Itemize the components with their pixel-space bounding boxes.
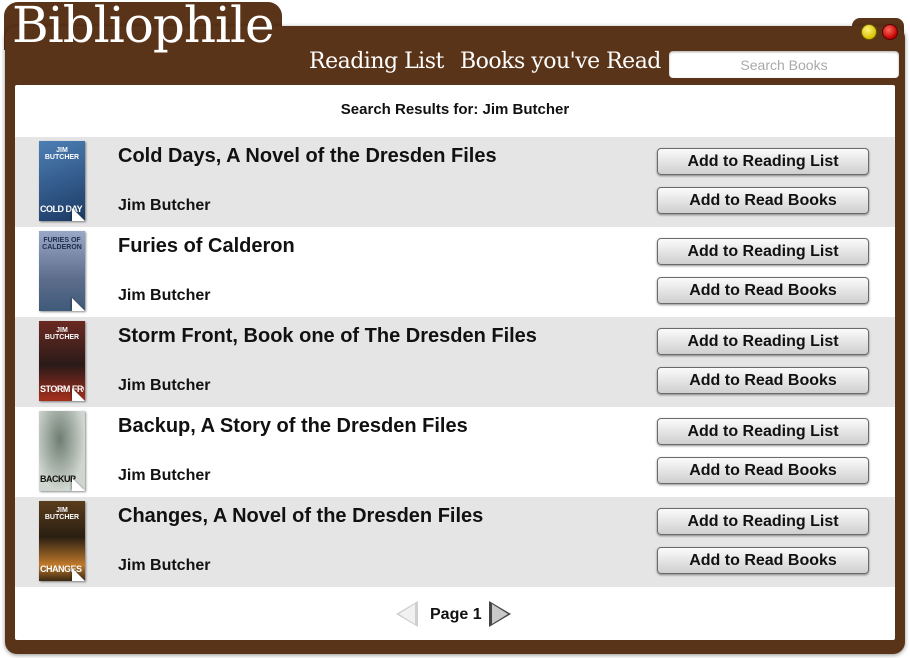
- book-author: Jim Butcher: [118, 557, 211, 574]
- results-header: Search Results for: Jim Butcher: [340, 101, 570, 118]
- book-cover[interactable]: JIM BUTCHER CHANGES: [39, 501, 85, 581]
- app-logo: Bibliophile: [12, 0, 275, 54]
- search-input[interactable]: [669, 51, 899, 78]
- add-to-reading-list-button[interactable]: Add to Reading List: [657, 418, 869, 445]
- nav-reading-list[interactable]: Reading List: [309, 49, 444, 74]
- cover-bottom-text: STORM FRONT: [40, 385, 84, 394]
- book-title: Backup, A Story of the Dresden Files: [118, 415, 468, 437]
- book-row: JIM BUTCHER STORM FRONT Storm Front, Boo…: [15, 317, 895, 407]
- add-to-read-books-button[interactable]: Add to Read Books: [657, 457, 869, 484]
- add-to-reading-list-button[interactable]: Add to Reading List: [657, 238, 869, 265]
- minimize-button[interactable]: [861, 24, 877, 40]
- cover-top-text: FURIES OF CALDERON: [42, 237, 82, 251]
- book-cover[interactable]: JIM BUTCHER STORM FRONT: [39, 321, 85, 401]
- cover-top-text: JIM BUTCHER: [44, 327, 80, 341]
- page-label: Page 1: [430, 606, 482, 623]
- add-to-reading-list-button[interactable]: Add to Reading List: [657, 508, 869, 535]
- results-list: JIM BUTCHER COLD DAY Cold Days, A Novel …: [15, 137, 895, 587]
- book-cover[interactable]: BACKUP: [39, 411, 85, 491]
- book-row: BACKUP Backup, A Story of the Dresden Fi…: [15, 407, 895, 497]
- add-to-read-books-button[interactable]: Add to Read Books: [657, 547, 869, 574]
- book-title: Changes, A Novel of the Dresden Files: [118, 505, 484, 527]
- book-title: Furies of Calderon: [118, 235, 295, 257]
- book-author: Jim Butcher: [118, 467, 211, 484]
- cover-top-text: JIM BUTCHER: [44, 507, 80, 521]
- book-cover[interactable]: JIM BUTCHER COLD DAY: [39, 141, 85, 221]
- book-row: JIM BUTCHER CHANGES Changes, A Novel of …: [15, 497, 895, 587]
- book-author: Jim Butcher: [118, 377, 211, 394]
- add-to-read-books-button[interactable]: Add to Read Books: [657, 367, 869, 394]
- book-row: FURIES OF CALDERON Furies of Calderon Ji…: [15, 227, 895, 317]
- book-cover[interactable]: FURIES OF CALDERON: [39, 231, 85, 311]
- add-to-reading-list-button[interactable]: Add to Reading List: [657, 148, 869, 175]
- pagination: Page 1: [15, 588, 895, 640]
- book-author: Jim Butcher: [118, 197, 211, 214]
- add-to-read-books-button[interactable]: Add to Read Books: [657, 277, 869, 304]
- cover-bottom-text: COLD DAY: [40, 205, 83, 214]
- cover-top-text: JIM BUTCHER: [44, 147, 80, 161]
- chevron-right-icon[interactable]: [489, 601, 511, 627]
- results-panel: Search Results for: Jim Butcher JIM BUTC…: [15, 85, 895, 640]
- nav-books-read[interactable]: Books you've Read: [460, 49, 661, 74]
- book-author: Jim Butcher: [118, 287, 211, 304]
- add-to-read-books-button[interactable]: Add to Read Books: [657, 187, 869, 214]
- cover-bottom-text: CHANGES: [40, 565, 82, 574]
- book-title: Cold Days, A Novel of the Dresden Files: [118, 145, 497, 167]
- close-button[interactable]: [882, 24, 898, 40]
- chevron-left-icon[interactable]: [396, 601, 418, 627]
- book-row: JIM BUTCHER COLD DAY Cold Days, A Novel …: [15, 137, 895, 227]
- book-title: Storm Front, Book one of The Dresden Fil…: [118, 325, 537, 347]
- add-to-reading-list-button[interactable]: Add to Reading List: [657, 328, 869, 355]
- cover-bottom-text: BACKUP: [40, 475, 76, 484]
